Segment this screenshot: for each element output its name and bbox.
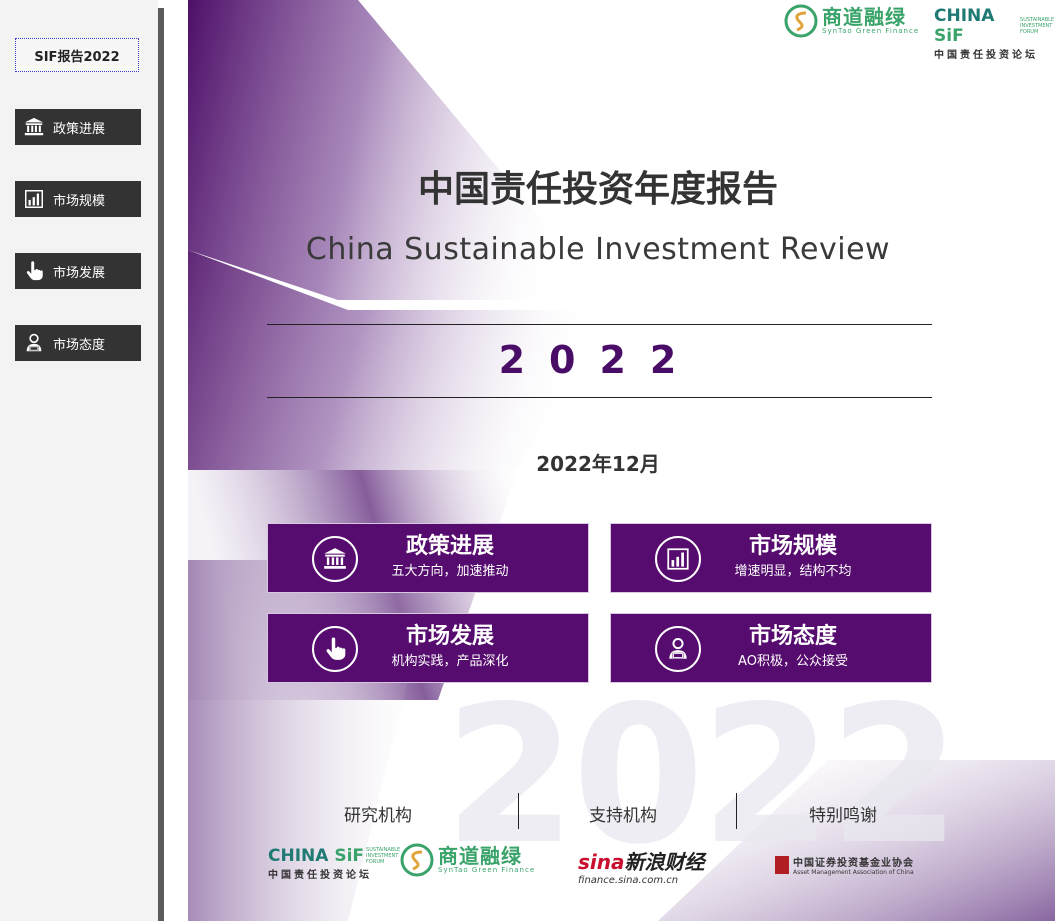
card-subtitle: 机构实践，产品深化 <box>391 654 509 669</box>
card-subtitle: AO积极，公众接受 <box>738 654 848 669</box>
china-sif-main: CHINA SiF <box>268 846 365 866</box>
footer-divider <box>736 793 737 829</box>
card-market-attitude[interactable]: 市场态度 AO积极，公众接受 <box>610 613 932 683</box>
card-market-development[interactable]: 市场发展 机构实践，产品深化 <box>267 613 589 683</box>
nav-item-label: 市场发展 <box>53 265 106 281</box>
china-sif-cn: 中国责任投资论坛 <box>268 870 372 881</box>
bank-icon <box>22 115 46 139</box>
card-market-size[interactable]: 市场规模 增速明显，结构不均 <box>610 523 932 593</box>
syntao-en: SynTao Green Finance <box>438 866 536 874</box>
sidebar: SIF报告2022 政策进展 市场规模 市场发展 市场态度 <box>0 0 158 921</box>
syntao-en: SynTao Green Finance <box>822 27 920 35</box>
sina-url: finance.sina.com.cn <box>578 875 679 886</box>
amac-en: Asset Management Association of China <box>793 869 914 876</box>
report-title-en: China Sustainable Investment Review <box>305 232 891 267</box>
report-title-cn: 中国责任投资年度报告 <box>417 169 778 210</box>
card-title: 市场态度 <box>748 624 837 649</box>
research-institution-label: 研究机构 <box>344 806 412 826</box>
sina-finance-logo: sina新浪财经 finance.sina.com.cn <box>578 846 705 886</box>
syntao-s-icon <box>400 843 434 877</box>
nav-item-market-size[interactable]: 市场规模 <box>15 181 141 217</box>
china-sif-footer-logo: CHINA SiF SUSTAINABLE INVESTMENT FORUM 中… <box>268 846 402 881</box>
pointing-hand-icon <box>312 626 358 672</box>
pointing-hand-icon <box>22 259 46 283</box>
sidebar-divider <box>158 8 164 921</box>
bank-icon <box>312 536 358 582</box>
china-sif-main: CHINA SiF <box>934 6 995 46</box>
report-year: 2022 <box>498 338 701 382</box>
syntao-footer-logo: 商道融绿 SynTao Green Finance <box>400 843 535 877</box>
sina-finance-cn: 新浪财经 <box>624 850 705 874</box>
nav-item-label: 市场态度 <box>53 337 106 353</box>
sif-report-2022-button[interactable]: SIF报告2022 <box>15 38 139 72</box>
amac-badge-icon <box>775 856 789 874</box>
syntao-logo: 商道融绿 SynTao Green Finance <box>784 4 919 38</box>
nav-item-policy-progress[interactable]: 政策进展 <box>15 109 141 145</box>
bar-chart-icon <box>22 187 46 211</box>
amac-logo: 中国证券投资基金业协会 Asset Management Association… <box>775 854 914 876</box>
amac-cn: 中国证券投资基金业协会 <box>793 858 914 869</box>
china-sif-mini: SUSTAINABLE INVESTMENT FORUM <box>1020 17 1055 35</box>
sina-wordmark: sina <box>578 850 625 874</box>
syntao-cn: 商道融绿 <box>822 5 906 29</box>
china-sif-cn: 中国责任投资论坛 <box>934 50 1038 61</box>
card-subtitle: 增速明显，结构不均 <box>734 564 852 579</box>
syntao-s-icon <box>784 4 818 38</box>
card-policy-progress[interactable]: 政策进展 五大方向，加速推动 <box>267 523 589 593</box>
syntao-cn: 商道融绿 <box>438 844 522 868</box>
footer-divider <box>518 793 519 829</box>
person-laptop-icon <box>22 331 46 355</box>
title-divider-top <box>267 324 932 325</box>
special-thanks-label: 特别鸣谢 <box>809 806 877 826</box>
card-subtitle: 五大方向，加速推动 <box>391 564 509 579</box>
report-cover: 商道融绿 SynTao Green Finance CHINA SiF SUST… <box>188 0 1055 921</box>
title-divider-bottom <box>267 397 932 398</box>
supporting-institution-label: 支持机构 <box>589 806 657 826</box>
card-title: 政策进展 <box>405 534 494 559</box>
card-title: 市场发展 <box>405 624 494 649</box>
nav-item-market-attitude[interactable]: 市场态度 <box>15 325 141 361</box>
nav-item-label: 市场规模 <box>53 193 106 209</box>
nav-item-label: 政策进展 <box>53 121 106 137</box>
nav-item-market-development[interactable]: 市场发展 <box>15 253 141 289</box>
china-sif-mini: SUSTAINABLE INVESTMENT FORUM <box>366 847 401 865</box>
bar-chart-icon <box>655 536 701 582</box>
person-laptop-icon <box>655 626 701 672</box>
china-sif-logo: CHINA SiF SUSTAINABLE INVESTMENT FORUM 中… <box>934 6 1055 61</box>
report-date: 2022年12月 <box>536 452 660 476</box>
card-title: 市场规模 <box>748 534 837 559</box>
